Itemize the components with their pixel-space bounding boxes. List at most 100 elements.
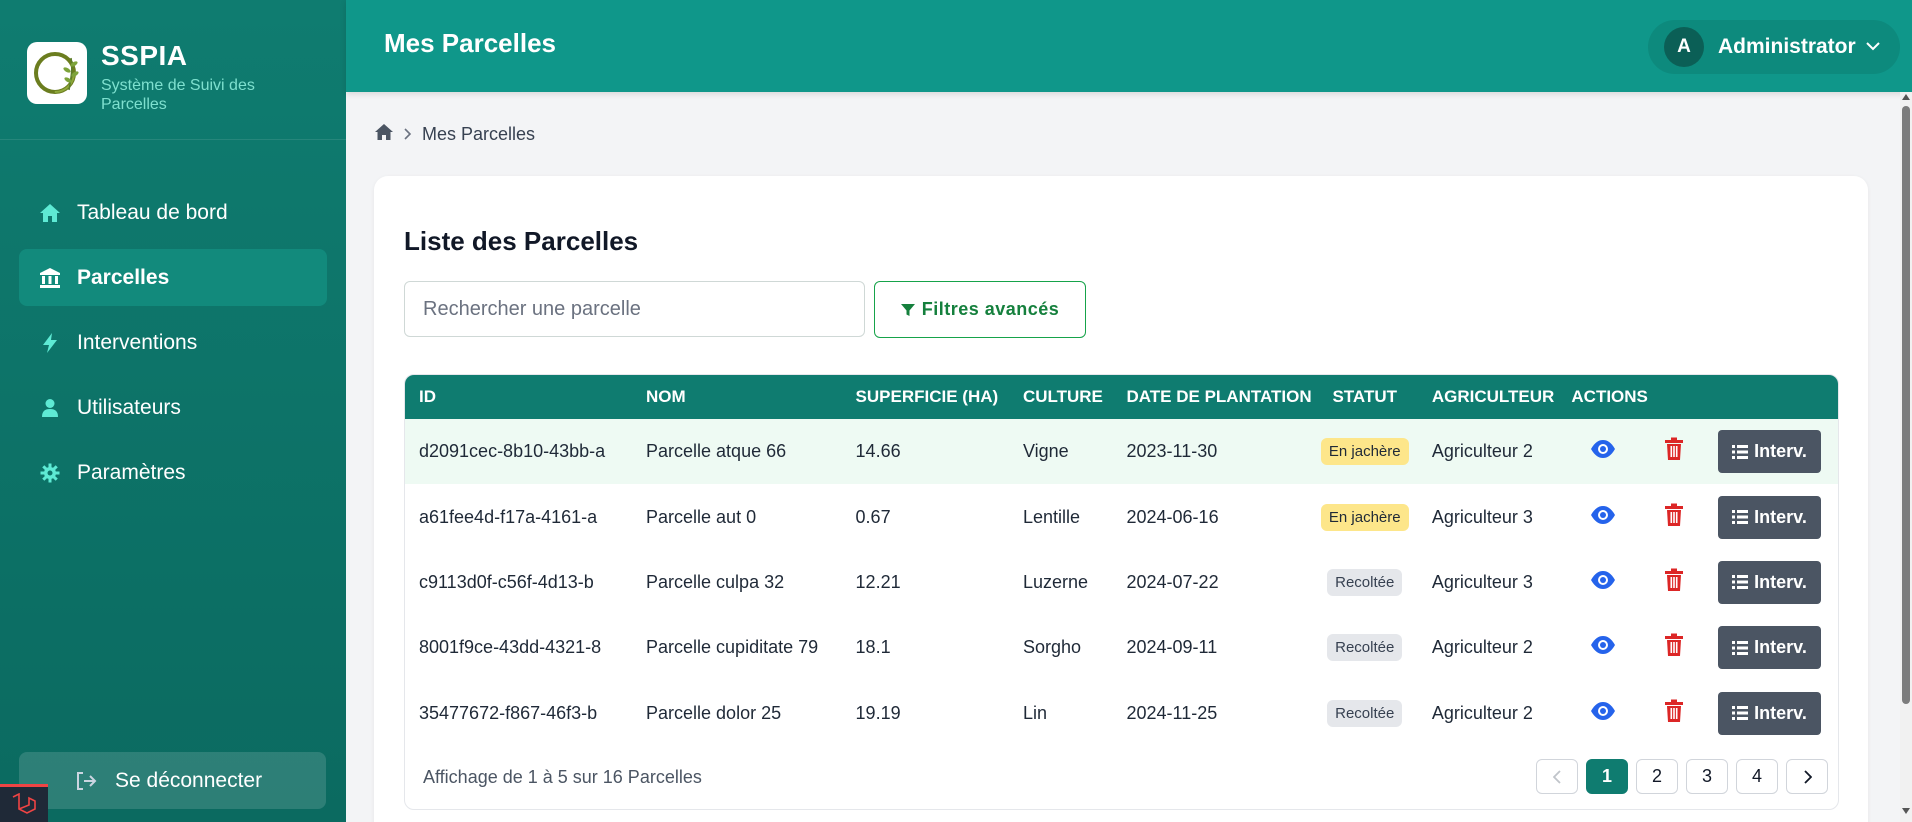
view-eye-icon[interactable] [1590,701,1616,721]
page-scrollbar[interactable] [1900,92,1912,822]
brand-subtitle: Système de Suivi des Parcelles [101,77,255,113]
sidebar-item-parcelles[interactable]: Parcelles [19,249,327,306]
sidebar-item-parametres[interactable]: Paramètres [19,444,327,501]
parcelles-table: ID NOM SUPERFICIE (HA) CULTURE DATE DE P… [404,374,1839,810]
gear-icon [37,460,63,486]
cell-culture: Sorgho [1022,637,1081,658]
cell-culture: Lentille [1022,506,1080,527]
sidebar-item-interventions[interactable]: Interventions [19,314,327,371]
delete-trash-icon[interactable] [1664,568,1684,592]
interventions-button[interactable]: Interv. [1718,691,1821,735]
advanced-filters-button[interactable]: Filtres avancés [874,281,1086,338]
interventions-button[interactable]: Interv. [1718,430,1821,474]
view-eye-icon[interactable] [1590,505,1616,525]
list-icon [1732,706,1749,721]
interventions-button[interactable]: Interv. [1718,560,1821,604]
status-badge: En jachère [1320,438,1409,466]
home-icon[interactable] [374,123,394,146]
delete-trash-icon[interactable] [1664,633,1684,657]
debugbar-toggle[interactable] [0,784,48,822]
cell-id: c9113d0f-c56f-4d13-b [419,571,594,592]
page-button-2[interactable]: 2 [1636,759,1678,794]
cell-agriculteur: Agriculteur 2 [1431,441,1533,462]
chevron-left-icon [1552,769,1561,784]
table-row[interactable]: a61fee4d-f17a-4161-a Parcelle aut 0 0.67… [405,484,1838,549]
cell-id: a61fee4d-f17a-4161-a [419,506,598,527]
interventions-button[interactable]: Interv. [1718,626,1821,670]
view-eye-icon[interactable] [1590,570,1616,590]
page-title: Mes Parcelles [384,28,557,58]
cell-date: 2024-09-11 [1126,637,1218,658]
interv-label: Interv. [1754,506,1807,527]
table-row[interactable]: 35477672-f867-46f3-b Parcelle dolor 25 1… [405,681,1838,746]
view-eye-icon[interactable] [1590,439,1616,459]
status-badge: Recoltée [1327,568,1403,596]
logout-button[interactable]: Se déconnecter [19,752,326,809]
interv-label: Interv. [1754,441,1807,462]
interv-label: Interv. [1754,571,1807,592]
column-header: AGRICULTEUR [1431,387,1555,406]
parcelles-card: Liste des Parcelles Filtres avancés ID N… [374,176,1868,822]
column-header: SUPERFICIE (HA) [855,387,999,406]
view-eye-icon[interactable] [1590,635,1616,655]
user-icon [37,395,63,421]
sidebar-item-tableau-de-bord[interactable]: Tableau de bord [19,184,327,241]
interventions-button[interactable]: Interv. [1718,495,1821,539]
cell-nom: Parcelle dolor 25 [646,702,782,723]
avatar: A [1664,27,1704,67]
delete-trash-icon[interactable] [1664,699,1684,723]
bank-icon [37,265,63,291]
cell-agriculteur: Agriculteur 2 [1431,637,1533,658]
cell-date: 2024-11-25 [1126,702,1218,723]
next-page-button[interactable] [1786,759,1828,794]
column-header: NOM [646,387,686,406]
prev-page-button[interactable] [1536,759,1578,794]
brand: SSPIA Système de Suivi des Parcelles [0,0,346,140]
cell-superficie: 18.1 [855,637,891,658]
scroll-up-arrow[interactable] [1902,94,1910,100]
sign-out-icon [75,771,97,791]
laravel-icon [12,792,36,814]
cell-culture: Vigne [1022,441,1069,462]
status-badge: Recoltée [1327,634,1403,662]
scroll-down-arrow[interactable] [1902,808,1910,814]
cell-date: 2024-07-22 [1126,571,1219,592]
table-row[interactable]: c9113d0f-c56f-4d13-b Parcelle culpa 32 1… [405,550,1838,615]
page-button-1[interactable]: 1 [1586,759,1628,794]
column-header: ID [419,387,436,406]
column-header: DATE DE PLANTATION [1126,387,1312,406]
cell-id: 35477672-f867-46f3-b [419,702,598,723]
sidebar-nav: Tableau de bord Parcelles Interventions … [0,184,346,501]
leaf-logo-icon [34,52,79,94]
sidebar-item-utilisateurs[interactable]: Utilisateurs [19,379,327,436]
breadcrumb-current: Mes Parcelles [422,124,536,144]
list-icon [1732,444,1749,459]
page-button-3[interactable]: 3 [1686,759,1728,794]
cell-culture: Lin [1022,702,1047,723]
cell-agriculteur: Agriculteur 3 [1431,571,1533,592]
cell-culture: Luzerne [1022,571,1088,592]
delete-trash-icon[interactable] [1664,503,1684,527]
sidebar-item-label: Tableau de bord [77,200,228,224]
page-button-4[interactable]: 4 [1736,759,1778,794]
scroll-thumb[interactable] [1902,106,1910,704]
search-input[interactable] [404,281,865,337]
chevron-down-icon [1865,38,1880,56]
cell-id: d2091cec-8b10-43bb-a [419,441,606,462]
logo[interactable] [27,42,87,104]
sidebar-item-label: Utilisateurs [77,395,181,419]
table-row[interactable]: 8001f9ce-43dd-4321-8 Parcelle cupiditate… [405,615,1838,680]
logout-label: Se déconnecter [115,768,263,792]
card-title: Liste des Parcelles [404,226,639,256]
interv-label: Interv. [1754,637,1807,658]
user-menu[interactable]: A Administrator [1648,20,1900,74]
breadcrumb: Mes Parcelles [374,123,535,146]
cell-nom: Parcelle aut 0 [646,506,757,527]
pagination: 1 2 3 4 [1536,759,1828,794]
column-header: STATUT [1332,387,1397,406]
chevron-right-icon [404,124,412,145]
cell-nom: Parcelle culpa 32 [646,571,785,592]
delete-trash-icon[interactable] [1664,437,1684,461]
table-row[interactable]: d2091cec-8b10-43bb-a Parcelle atque 66 1… [405,419,1838,485]
sidebar-item-label: Paramètres [77,460,186,484]
